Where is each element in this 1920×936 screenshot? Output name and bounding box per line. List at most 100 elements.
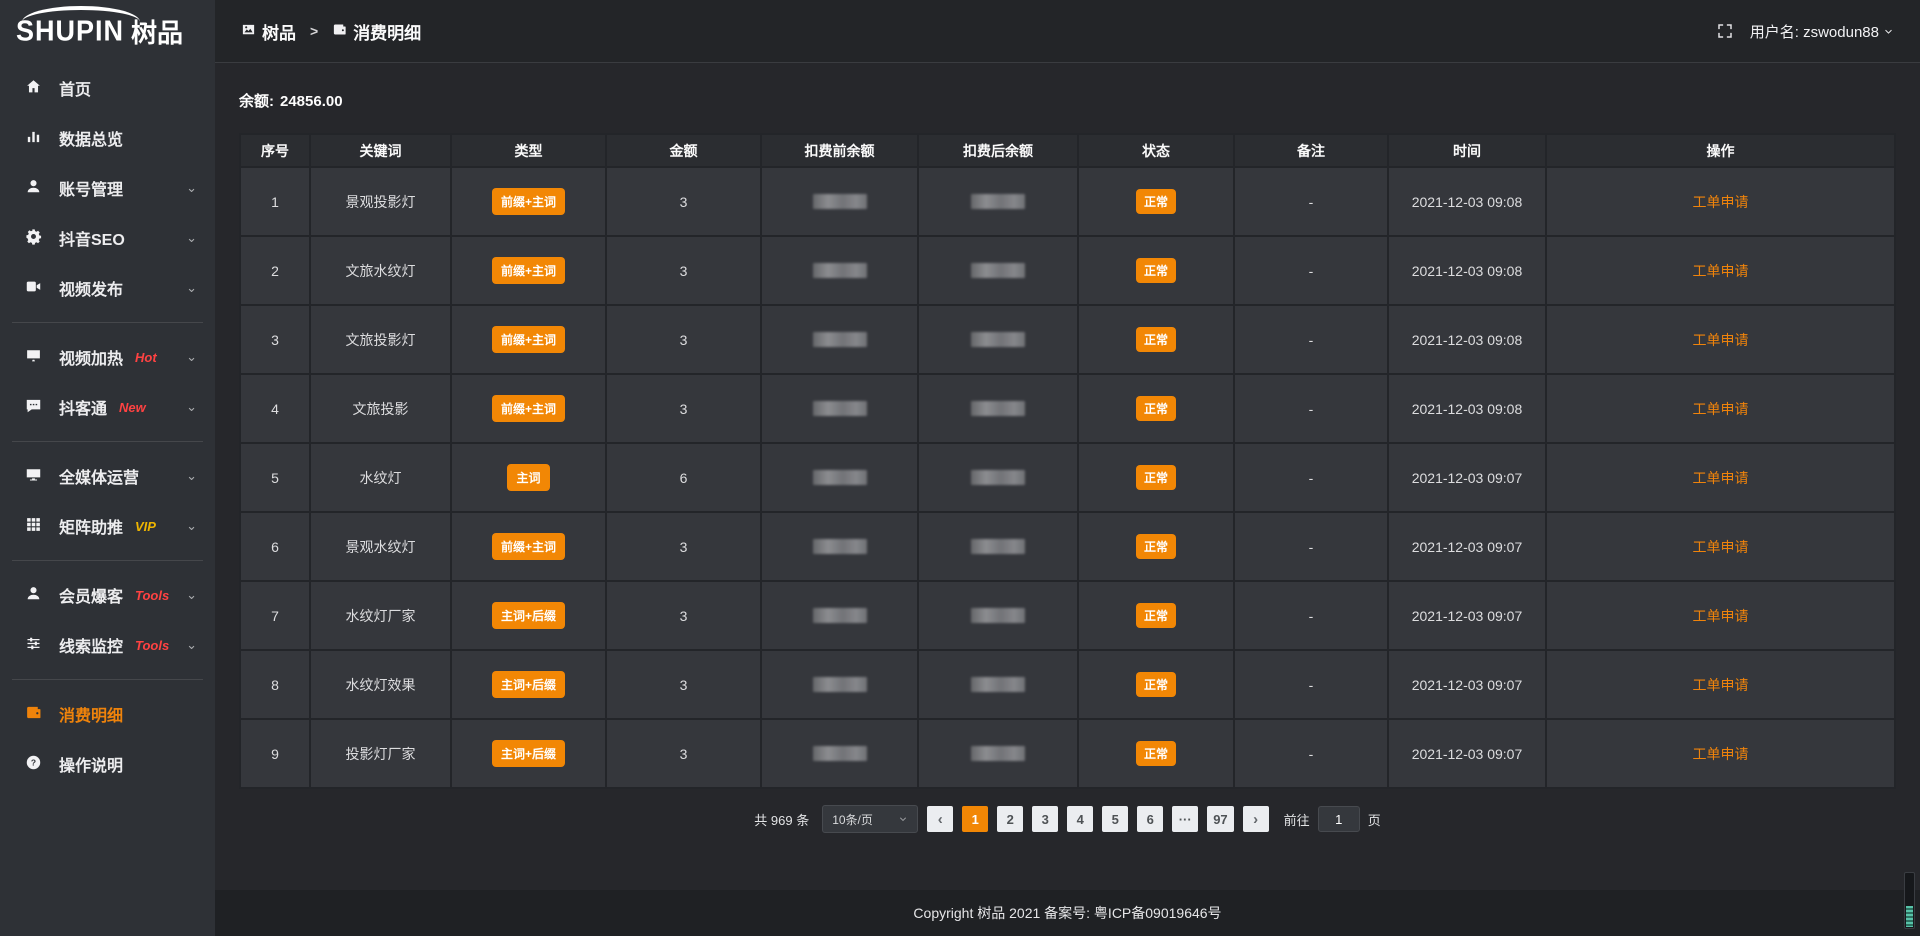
- redacted-value: [971, 401, 1025, 416]
- work-order-link[interactable]: 工单申请: [1693, 470, 1749, 486]
- sidebar-item[interactable]: 首页: [0, 63, 215, 113]
- table-row: 8 水纹灯效果 主词+后缀 3 正常 - 2021-12-03 09:07 工单…: [240, 650, 1895, 719]
- breadcrumb-item[interactable]: 消费明细: [332, 19, 421, 44]
- page-button[interactable]: 1: [962, 806, 988, 832]
- table-row: 4 文旅投影 前缀+主词 3 正常 - 2021-12-03 09:08 工单申…: [240, 374, 1895, 443]
- next-page-button[interactable]: ›: [1243, 806, 1269, 832]
- sidebar-item-label: 矩阵助推: [59, 514, 123, 538]
- sidebar-item[interactable]: 视频发布 ⌄: [0, 263, 215, 313]
- work-order-link[interactable]: 工单申请: [1693, 608, 1749, 624]
- type-badge: 前缀+主词: [492, 533, 565, 560]
- cell-remark: -: [1234, 443, 1388, 512]
- cell-type: 前缀+主词: [451, 512, 606, 581]
- type-badge: 主词: [507, 464, 549, 491]
- cell-amount: 3: [606, 719, 761, 788]
- cell-index: 6: [240, 512, 310, 581]
- topbar-right: 用户名: zswodun88: [1716, 21, 1894, 42]
- cell-keyword: 水纹灯: [310, 443, 451, 512]
- cell-remark: -: [1234, 581, 1388, 650]
- wallet-icon: [25, 704, 47, 724]
- page-size-select[interactable]: 10条/页: [822, 805, 918, 833]
- table-header-cell: 状态: [1078, 134, 1234, 167]
- cell-remark: -: [1234, 650, 1388, 719]
- page-button[interactable]: 2: [997, 806, 1023, 832]
- cell-balance-after: [918, 650, 1078, 719]
- sidebar-item[interactable]: 矩阵助推 VIP ⌄: [0, 501, 215, 551]
- table-row: 7 水纹灯厂家 主词+后缀 3 正常 - 2021-12-03 09:07 工单…: [240, 581, 1895, 650]
- work-order-link[interactable]: 工单申请: [1693, 401, 1749, 417]
- goto-label: 前往: [1284, 810, 1310, 829]
- goto-suffix: 页: [1368, 810, 1381, 829]
- work-order-link[interactable]: 工单申请: [1693, 677, 1749, 693]
- cell-keyword: 文旅水纹灯: [310, 236, 451, 305]
- goto-page-input[interactable]: [1318, 806, 1360, 832]
- cell-type: 主词: [451, 443, 606, 512]
- type-badge: 前缀+主词: [492, 326, 565, 353]
- table-header-cell: 金额: [606, 134, 761, 167]
- pagination: 共 969 条 10条/页 ‹ 123456···97 › 前往 页: [239, 805, 1896, 833]
- breadcrumb: 树品 > 消费明细: [241, 19, 421, 44]
- chevron-down-icon: ⌄: [186, 280, 197, 296]
- cell-index: 2: [240, 236, 310, 305]
- page-size-value: 10条/页: [832, 811, 873, 828]
- sidebar-divider: [12, 322, 203, 323]
- mini-scrollbar[interactable]: [1904, 872, 1915, 929]
- cell-balance-after: [918, 236, 1078, 305]
- page-button[interactable]: 3: [1032, 806, 1058, 832]
- redacted-value: [971, 677, 1025, 692]
- cell-index: 5: [240, 443, 310, 512]
- sidebar-item[interactable]: 抖音SEO ⌄: [0, 213, 215, 263]
- footer: Copyright 树品 2021 备案号: 粤ICP备09019646号: [215, 890, 1920, 936]
- redacted-value: [971, 332, 1025, 347]
- cell-action: 工单申请: [1546, 236, 1895, 305]
- fullscreen-icon[interactable]: [1716, 22, 1734, 40]
- goto-page: 前往 页: [1284, 806, 1381, 832]
- work-order-link[interactable]: 工单申请: [1693, 263, 1749, 279]
- cell-index: 7: [240, 581, 310, 650]
- redacted-value: [813, 470, 867, 485]
- sidebar-item[interactable]: 线索监控 Tools ⌄: [0, 620, 215, 670]
- sidebar-item[interactable]: 会员爆客 Tools ⌄: [0, 570, 215, 620]
- cell-balance-after: [918, 719, 1078, 788]
- cell-index: 1: [240, 167, 310, 236]
- page-button[interactable]: 6: [1137, 806, 1163, 832]
- prev-page-button[interactable]: ‹: [927, 806, 953, 832]
- sidebar-item[interactable]: 操作说明: [0, 739, 215, 789]
- sidebar-item[interactable]: 消费明细: [0, 689, 215, 739]
- sidebar-item[interactable]: 账号管理 ⌄: [0, 163, 215, 213]
- user-menu[interactable]: 用户名: zswodun88: [1750, 21, 1894, 42]
- sidebar-item[interactable]: 抖客通 New ⌄: [0, 382, 215, 432]
- sidebar-item-badge: Hot: [135, 350, 157, 365]
- page-buttons: 123456 ··· 97: [962, 806, 1233, 832]
- cell-remark: -: [1234, 167, 1388, 236]
- sidebar-item[interactable]: 数据总览: [0, 113, 215, 163]
- cell-status: 正常: [1078, 374, 1234, 443]
- breadcrumb-item[interactable]: 树品: [241, 19, 296, 44]
- sidebar-item-label: 全媒体运营: [59, 464, 139, 488]
- table-header-cell: 序号: [240, 134, 310, 167]
- redacted-value: [971, 608, 1025, 623]
- work-order-link[interactable]: 工单申请: [1693, 194, 1749, 210]
- cell-status: 正常: [1078, 305, 1234, 374]
- chevron-down-icon: ⌄: [186, 587, 197, 603]
- table-header-cell: 类型: [451, 134, 606, 167]
- page-button[interactable]: ···: [1172, 806, 1198, 832]
- cell-type: 前缀+主词: [451, 374, 606, 443]
- page-button[interactable]: 5: [1102, 806, 1128, 832]
- balance-value: 24856.00: [280, 93, 343, 110]
- cell-amount: 3: [606, 650, 761, 719]
- page-button[interactable]: 4: [1067, 806, 1093, 832]
- page-button[interactable]: 97: [1207, 806, 1233, 832]
- cell-balance-before: [761, 443, 918, 512]
- cell-keyword: 投影灯厂家: [310, 719, 451, 788]
- cell-balance-after: [918, 443, 1078, 512]
- work-order-link[interactable]: 工单申请: [1693, 539, 1749, 555]
- sidebar-item[interactable]: 全媒体运营 ⌄: [0, 451, 215, 501]
- redacted-value: [813, 677, 867, 692]
- cell-time: 2021-12-03 09:08: [1388, 236, 1546, 305]
- sidebar-item[interactable]: 视频加热 Hot ⌄: [0, 332, 215, 382]
- work-order-link[interactable]: 工单申请: [1693, 332, 1749, 348]
- work-order-link[interactable]: 工单申请: [1693, 746, 1749, 762]
- cell-remark: -: [1234, 512, 1388, 581]
- status-badge: 正常: [1136, 189, 1176, 214]
